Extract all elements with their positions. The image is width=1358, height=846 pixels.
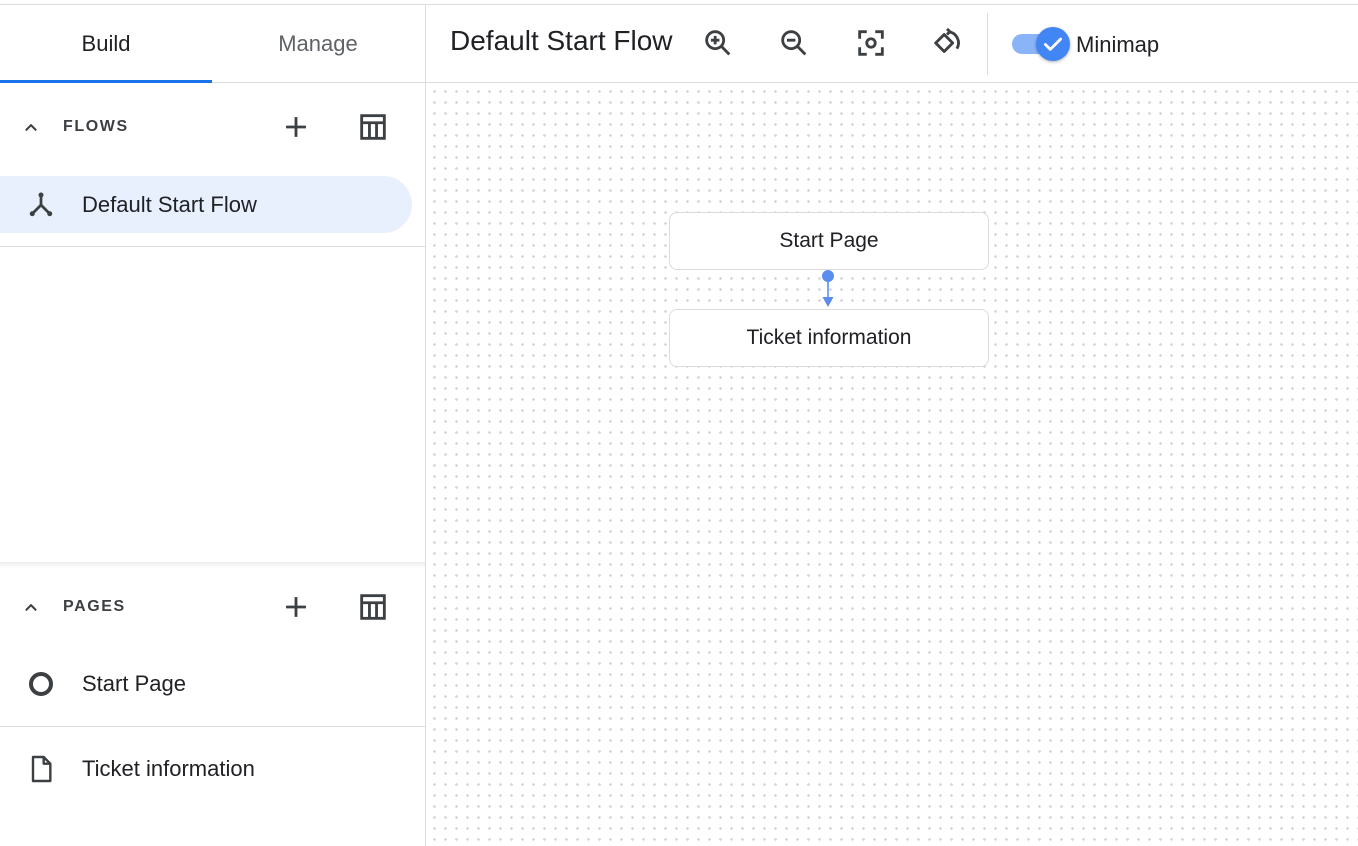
- table-icon: [360, 594, 386, 620]
- flow-item-label: Default Start Flow: [82, 191, 257, 217]
- center-focus-icon: [858, 30, 884, 56]
- rotate-button[interactable]: [927, 23, 967, 63]
- add-page-button[interactable]: [276, 587, 316, 627]
- page-item-start-page[interactable]: Start Page: [0, 654, 425, 714]
- center-focus-button[interactable]: [851, 23, 891, 63]
- flows-section-header: FLOWS: [0, 95, 425, 159]
- connector-arrow: [822, 270, 834, 307]
- chevron-up-icon[interactable]: [20, 596, 42, 618]
- check-icon: [1044, 37, 1062, 51]
- canvas-node-ticket-information[interactable]: Ticket information: [669, 309, 989, 367]
- page-item-ticket-information[interactable]: Ticket information: [0, 739, 425, 799]
- flows-section-title: FLOWS: [63, 118, 129, 135]
- app-root: Build Manage FLOWS Default Start Flow PA…: [0, 0, 1358, 846]
- flow-title: Default Start Flow: [450, 25, 673, 56]
- tab-manage[interactable]: Manage: [212, 5, 424, 82]
- add-flow-button[interactable]: [276, 107, 316, 147]
- tab-bar: Build Manage: [0, 5, 425, 83]
- zoom-in-icon: [705, 30, 731, 56]
- minimap-toggle[interactable]: [1010, 25, 1072, 63]
- table-icon: [360, 114, 386, 140]
- add-icon: [286, 597, 306, 617]
- page-icon: [31, 755, 52, 783]
- zoom-in-button[interactable]: [698, 23, 738, 63]
- rotate-icon: [934, 27, 960, 53]
- flow-item-default-start-flow[interactable]: Default Start Flow: [0, 176, 412, 233]
- pages-section-title: PAGES: [63, 598, 126, 615]
- canvas-node-start-page[interactable]: Start Page: [669, 212, 989, 270]
- flows-divider: [0, 246, 425, 247]
- zoom-out-icon: [781, 30, 807, 56]
- toggle-knob: [1036, 27, 1070, 61]
- minimap-label: Minimap: [1076, 32, 1160, 57]
- section-divider[interactable]: [0, 562, 425, 568]
- toolbar-separator: [987, 13, 988, 75]
- canvas-toolbar: Default Start Flow Minimap: [426, 5, 1358, 83]
- tab-build[interactable]: Build: [0, 5, 212, 83]
- page-item-label: Start Page: [82, 671, 186, 696]
- add-icon: [286, 117, 306, 137]
- pages-divider: [0, 726, 425, 727]
- zoom-out-button[interactable]: [774, 23, 814, 63]
- page-item-label: Ticket information: [82, 756, 255, 781]
- chevron-up-icon[interactable]: [20, 116, 42, 138]
- flow-canvas[interactable]: Start Page Ticket information: [426, 83, 1358, 846]
- flows-table-button[interactable]: [353, 107, 393, 147]
- start-page-icon: [29, 672, 53, 696]
- pages-section-header: PAGES: [0, 575, 425, 639]
- sidebar: Build Manage FLOWS Default Start Flow PA…: [0, 5, 426, 846]
- pages-table-button[interactable]: [353, 587, 393, 627]
- flow-icon: [29, 192, 53, 216]
